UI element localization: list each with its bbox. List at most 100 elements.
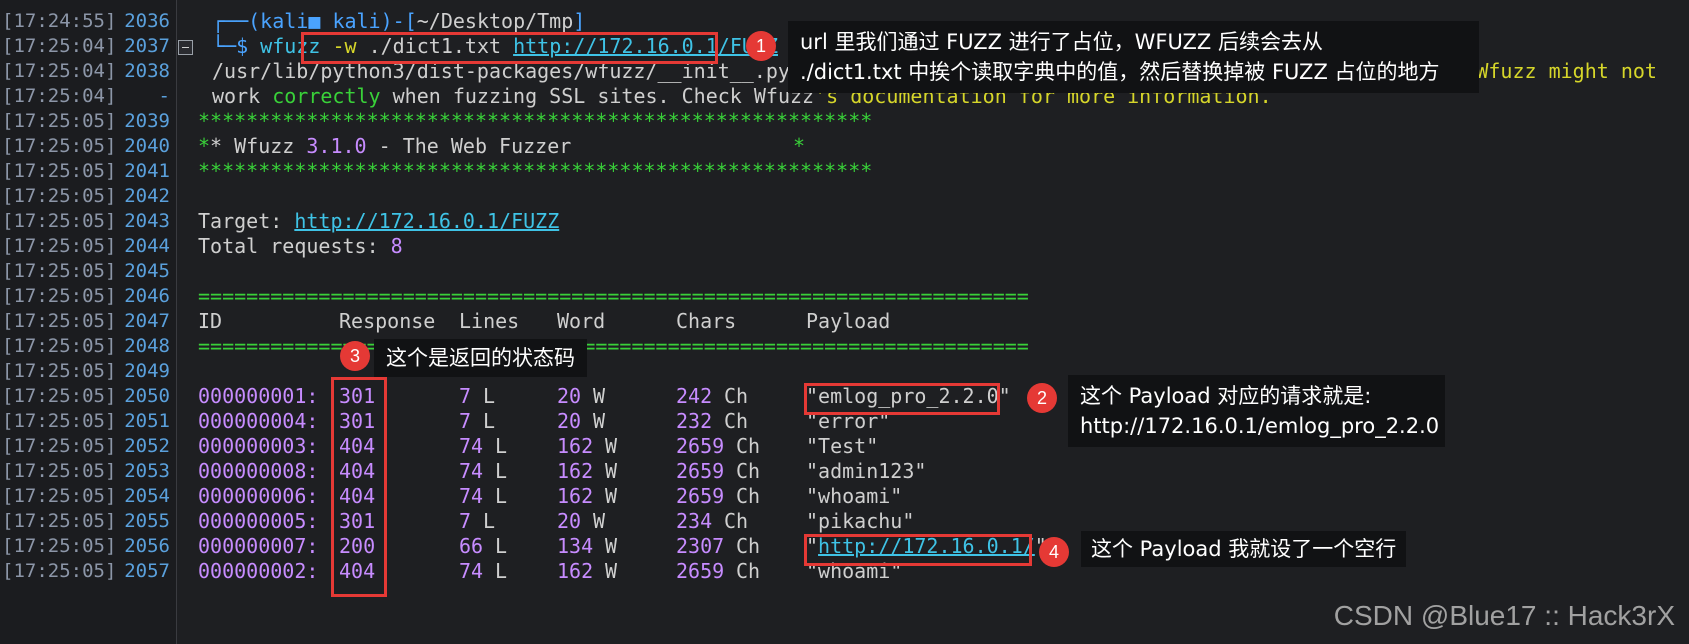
row-words: 162 [557, 434, 594, 458]
line-number: 2056 [124, 535, 170, 557]
row-id: 000000006: [198, 484, 319, 508]
row-payload: "whoami" [806, 484, 903, 508]
row-lines-unit: L [495, 459, 508, 483]
gutter-line: [17:25:05] 2057 [2, 558, 174, 584]
gutter-line: [17:25:05] 2044 [2, 233, 174, 259]
row-words: 20 [557, 409, 582, 433]
gutter-line: [17:25:05] 2043 [2, 208, 174, 234]
annotation-badge-2: 2 [1027, 383, 1057, 413]
row-lines: 74 [459, 484, 484, 508]
column-header: Payload [806, 309, 891, 333]
row-id: 000000002: [198, 559, 319, 583]
banner-title: ** Wfuzz 3.1.0 - The Web Fuzzer * [198, 134, 806, 158]
banner-stars-top: ****************************************… [198, 109, 873, 133]
timestamp: [17:25:05] [2, 210, 117, 232]
fold-toggle-icon[interactable] [178, 40, 193, 55]
row-chars-unit: Ch [724, 509, 749, 533]
csdn-watermark: CSDN @Blue17 :: Hack3rX [1333, 600, 1675, 631]
timestamp: [17:25:05] [2, 260, 117, 282]
timestamp: [17:25:05] [2, 185, 117, 207]
gutter-line: [17:25:05] 2055 [2, 508, 174, 534]
row-lines-unit: L [495, 434, 508, 458]
gutter-line: [17:25:05] 2056 [2, 533, 174, 559]
row-chars-unit: Ch [736, 559, 761, 583]
timestamp: [17:25:05] [2, 535, 117, 557]
row-lines-unit: L [495, 484, 508, 508]
table-rule-top: ========================================… [198, 284, 1029, 308]
timestamp: [17:25:05] [2, 385, 117, 407]
row-payload: "admin123" [806, 459, 927, 483]
line-number: 2036 [124, 10, 170, 32]
line-number: 2054 [124, 485, 170, 507]
gutter-line: [17:25:04] 2037 [2, 33, 174, 59]
timestamp: [17:25:05] [2, 460, 117, 482]
target-line: Target: http://172.16.0.1/FUZZ [198, 209, 560, 233]
row-chars-unit: Ch [724, 384, 749, 408]
gutter-line: [17:25:04] 2038 [2, 58, 174, 84]
row-chars: 2659 [676, 484, 725, 508]
row-lines: 7 [459, 509, 472, 533]
table-rule-bottom: ========================================… [198, 334, 1029, 358]
row-chars-unit: Ch [736, 459, 761, 483]
row-chars-unit: Ch [736, 434, 761, 458]
line-number: 2041 [124, 160, 170, 182]
gutter-line: [17:25:05] 2051 [2, 408, 174, 434]
column-header: Response [339, 309, 436, 333]
row-chars: 232 [676, 409, 713, 433]
gutter-line: [17:25:05] 2054 [2, 483, 174, 509]
row-chars-unit: Ch [736, 534, 761, 558]
row-words-unit: W [605, 559, 618, 583]
table-row: 000000003: 404 74 L 162 W 2659 Ch "Test" [198, 433, 978, 460]
row-words-unit: W [605, 459, 618, 483]
timestamp: [17:25:05] [2, 560, 117, 582]
row-chars: 2659 [676, 434, 725, 458]
line-number: 2040 [124, 135, 170, 157]
banner-stars-bottom: ****************************************… [198, 159, 873, 183]
target-url-link[interactable]: http://172.16.0.1/FUZZ [294, 209, 559, 233]
row-lines: 66 [459, 534, 484, 558]
annotation-note-3: 这个是返回的状态码 [374, 339, 587, 377]
row-lines: 74 [459, 434, 484, 458]
gutter-line: [17:25:05] 2052 [2, 433, 174, 459]
row-words: 20 [557, 384, 582, 408]
row-lines: 7 [459, 384, 472, 408]
gutter-line: [17:25:05] 2040 [2, 133, 174, 159]
line-number: 2046 [124, 285, 170, 307]
row-id: 000000007: [198, 534, 319, 558]
gutter-line: [17:25:05] 2046 [2, 283, 174, 309]
timestamp: [17:25:05] [2, 510, 117, 532]
gutter-line: [17:24:55] 2036 [2, 8, 174, 34]
column-header: Word [557, 309, 606, 333]
timestamp: [17:25:04] [2, 35, 117, 57]
timestamp: [17:25:05] [2, 160, 117, 182]
timestamp: [17:25:05] [2, 485, 117, 507]
table-row: 000000005: 301 7 L 20 W 234 Ch "pikachu" [198, 508, 978, 535]
gutter-line: [17:25:05] 2053 [2, 458, 174, 484]
command-highlight-box [301, 32, 718, 64]
row-chars: 2659 [676, 459, 725, 483]
line-number: 2037 [124, 35, 170, 57]
row-words-unit: W [593, 509, 606, 533]
table-row: 000000008: 404 74 L 162 W 2659 Ch "admin123" [198, 458, 978, 485]
row-id: 000000008: [198, 459, 319, 483]
annotation-badge-3: 3 [340, 341, 370, 371]
row-words: 162 [557, 559, 594, 583]
timestamp: [17:25:05] [2, 310, 117, 332]
row-lines: 7 [459, 409, 472, 433]
gutter-line: [17:25:05] 2039 [2, 108, 174, 134]
row-words-unit: W [605, 534, 618, 558]
line-number: 2050 [124, 385, 170, 407]
timestamp: [17:25:05] [2, 360, 117, 382]
row-id: 000000003: [198, 434, 319, 458]
row-words-unit: W [593, 384, 606, 408]
row-lines-unit: L [495, 559, 508, 583]
row-chars: 234 [676, 509, 713, 533]
gutter-line: [17:25:04] - [2, 83, 174, 109]
timestamp: [17:25:05] [2, 335, 117, 357]
gutter-line: [17:25:05] 2047 [2, 308, 174, 334]
row-lines: 74 [459, 459, 484, 483]
row-lines-unit: L [483, 409, 496, 433]
payload7-highlight-box [804, 534, 1032, 566]
row-lines-unit: L [483, 384, 496, 408]
row-words-unit: W [605, 434, 618, 458]
